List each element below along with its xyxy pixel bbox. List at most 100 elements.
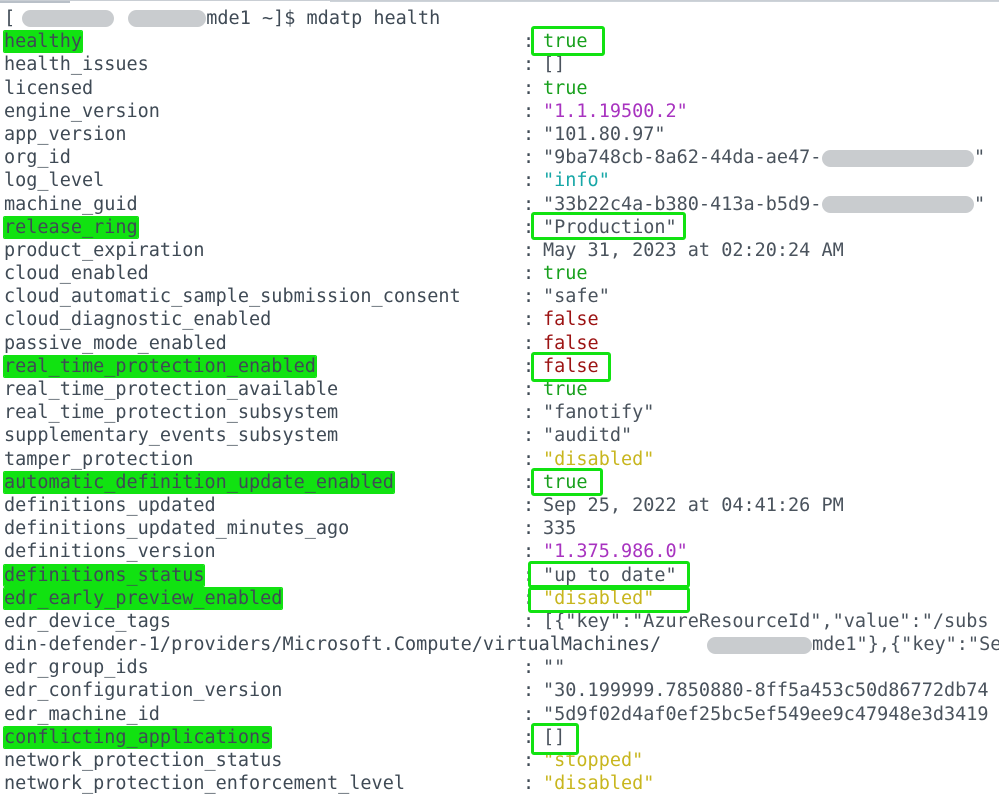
output-row: edr_device_tags: [{"key":"AzureResourceId… bbox=[0, 610, 999, 633]
key-value-separator: : bbox=[523, 726, 535, 748]
terminal-output: [-mde1 ~]$ mdatp health healthy: true heal… bbox=[0, 7, 999, 795]
field-label: edr_configuration_version bbox=[4, 680, 283, 702]
output-row: tamper_protection: "disabled" bbox=[0, 448, 999, 471]
output-row: log_level: "info" bbox=[0, 169, 999, 192]
output-wrapped-line: din-defender-1/providers/Microsoft.Compu… bbox=[0, 633, 999, 656]
field-value-tail: " bbox=[974, 193, 986, 215]
field-value: [] bbox=[543, 726, 566, 748]
marker-highlight: release_ring bbox=[4, 216, 138, 238]
field-value: "disabled" bbox=[543, 587, 655, 609]
field-label: conflicting_applications bbox=[4, 726, 272, 749]
output-row: definitions_status: "up to date" bbox=[0, 564, 999, 587]
field-label: health_issues bbox=[4, 54, 149, 76]
window-chrome-fragment-left bbox=[0, 1, 70, 3]
key-value-separator: : bbox=[523, 564, 535, 586]
output-row: definitions_updated: Sep 25, 2022 at 04:4… bbox=[0, 494, 999, 517]
key-value-separator: : bbox=[523, 193, 535, 215]
marker-highlight: healthy bbox=[4, 31, 82, 53]
field-value: true bbox=[543, 263, 588, 285]
field-label: product_expiration bbox=[4, 239, 205, 261]
key-value-separator: : bbox=[523, 657, 535, 679]
key-value-separator: : bbox=[523, 448, 535, 470]
field-label: cloud_enabled bbox=[4, 263, 149, 285]
output-row: cloud_diagnostic_enabled: false bbox=[0, 308, 999, 331]
output-row: conflicting_applications: [] bbox=[0, 726, 999, 749]
marker-highlight: real_time_protection_enabled bbox=[4, 355, 316, 377]
output-row: automatic_definition_update_enabled: true bbox=[0, 471, 999, 494]
field-label: definitions_status bbox=[4, 564, 205, 587]
field-value: false bbox=[543, 309, 599, 331]
window-chrome-fragment-right bbox=[330, 1, 999, 2]
field-label: app_version bbox=[4, 123, 127, 145]
output-row: edr_machine_id: "5d9f02d4af0ef25bc5ef549e… bbox=[0, 703, 999, 726]
marker-highlight: edr_early_preview_enabled bbox=[4, 587, 283, 609]
field-label: licensed bbox=[4, 77, 94, 99]
prompt-bracket-close: ]$ bbox=[273, 8, 296, 29]
key-value-separator: : bbox=[523, 680, 535, 702]
field-label: real_time_protection_subsystem bbox=[4, 402, 339, 424]
field-label: edr_device_tags bbox=[4, 610, 172, 632]
key-value-separator: : bbox=[523, 147, 535, 169]
output-row: healthy: true bbox=[0, 30, 999, 53]
field-value: "info" bbox=[543, 170, 610, 192]
field-label: real_time_protection_available bbox=[4, 379, 339, 400]
field-label: supplementary_events_subsystem bbox=[4, 425, 339, 447]
output-row: release_ring: "Production" bbox=[0, 216, 999, 239]
wrapped-value-continuation: din-defender-1/providers/Microsoft.Compu… bbox=[4, 634, 662, 656]
field-value: "up to date" bbox=[543, 564, 677, 586]
output-row: machine_guid: "33b22c4a-b380-413a-b5d9- " bbox=[0, 193, 999, 216]
output-row: edr_configuration_version: "30.199999.785… bbox=[0, 679, 999, 702]
key-value-separator: : bbox=[523, 518, 535, 540]
key-value-separator: : bbox=[523, 216, 535, 238]
field-value: [] bbox=[543, 54, 566, 76]
field-label: tamper_protection bbox=[4, 448, 194, 470]
field-label: engine_version bbox=[4, 100, 160, 122]
field-value: "101.80.97" bbox=[543, 123, 666, 145]
prompt-bracket-open: [ bbox=[4, 8, 16, 29]
field-value: true bbox=[543, 379, 588, 400]
prompt-command: mdatp health bbox=[306, 8, 441, 29]
field-label: automatic_definition_update_enabled bbox=[4, 471, 394, 494]
key-value-separator: : bbox=[523, 587, 535, 609]
key-value-separator: : bbox=[523, 263, 535, 285]
output-row: engine_version: "1.1.19500.2" bbox=[0, 100, 999, 123]
prompt-cwd-sep bbox=[251, 8, 262, 29]
field-label: network_protection_enforcement_level bbox=[4, 773, 405, 795]
field-value: May 31, 2023 at 02:20:24 AM bbox=[543, 239, 844, 261]
key-value-separator: : bbox=[523, 309, 535, 331]
field-value: "5d9f02d4af0ef25bc5ef549ee9c47948e3d3419 bbox=[543, 703, 989, 725]
key-value-separator: : bbox=[523, 77, 535, 99]
field-value: "safe" bbox=[543, 286, 610, 308]
key-value-separator: : bbox=[523, 170, 535, 192]
key-value-separator: : bbox=[523, 286, 535, 308]
marker-highlight: definitions_status bbox=[4, 564, 205, 586]
field-value: false bbox=[543, 332, 599, 354]
field-value: "33b22c4a-b380-413a-b5d9- bbox=[543, 193, 822, 215]
output-row: edr_group_ids: "" bbox=[0, 656, 999, 679]
field-value: "1.375.986.0" bbox=[543, 541, 688, 563]
key-value-separator: : bbox=[523, 541, 535, 563]
field-label: cloud_automatic_sample_submission_consen… bbox=[4, 286, 461, 308]
output-row: real_time_protection_enabled: false bbox=[0, 355, 999, 378]
key-value-separator: : bbox=[523, 332, 535, 354]
field-value: [{"key":"AzureResourceId","value":"/subs bbox=[543, 610, 989, 632]
field-value: "" bbox=[543, 657, 566, 679]
field-label: edr_machine_id bbox=[4, 703, 160, 725]
output-row: supplementary_events_subsystem: "auditd" bbox=[0, 424, 999, 447]
field-label: network_protection_status bbox=[4, 750, 283, 771]
field-label: healthy bbox=[4, 30, 82, 53]
field-value: "stopped" bbox=[543, 750, 644, 771]
output-row: network_protection_status: "stopped" bbox=[0, 749, 999, 772]
field-label: edr_group_ids bbox=[4, 657, 149, 679]
output-row: definitions_updated_minutes_ago:335 bbox=[0, 517, 999, 540]
output-row: network_protection_enforcement_level: "di… bbox=[0, 772, 999, 795]
field-label: definitions_version bbox=[4, 541, 216, 563]
output-row: product_expiration: May 31, 2023 at 02:20… bbox=[0, 239, 999, 262]
key-value-separator: : bbox=[523, 494, 535, 516]
key-value-separator: : bbox=[523, 402, 535, 424]
key-value-separator: : bbox=[523, 379, 535, 400]
marker-highlight: automatic_definition_update_enabled bbox=[4, 471, 394, 493]
terminal-window: [-mde1 ~]$ mdatp health healthy: true heal… bbox=[0, 0, 999, 798]
field-value: "Production" bbox=[543, 216, 677, 238]
